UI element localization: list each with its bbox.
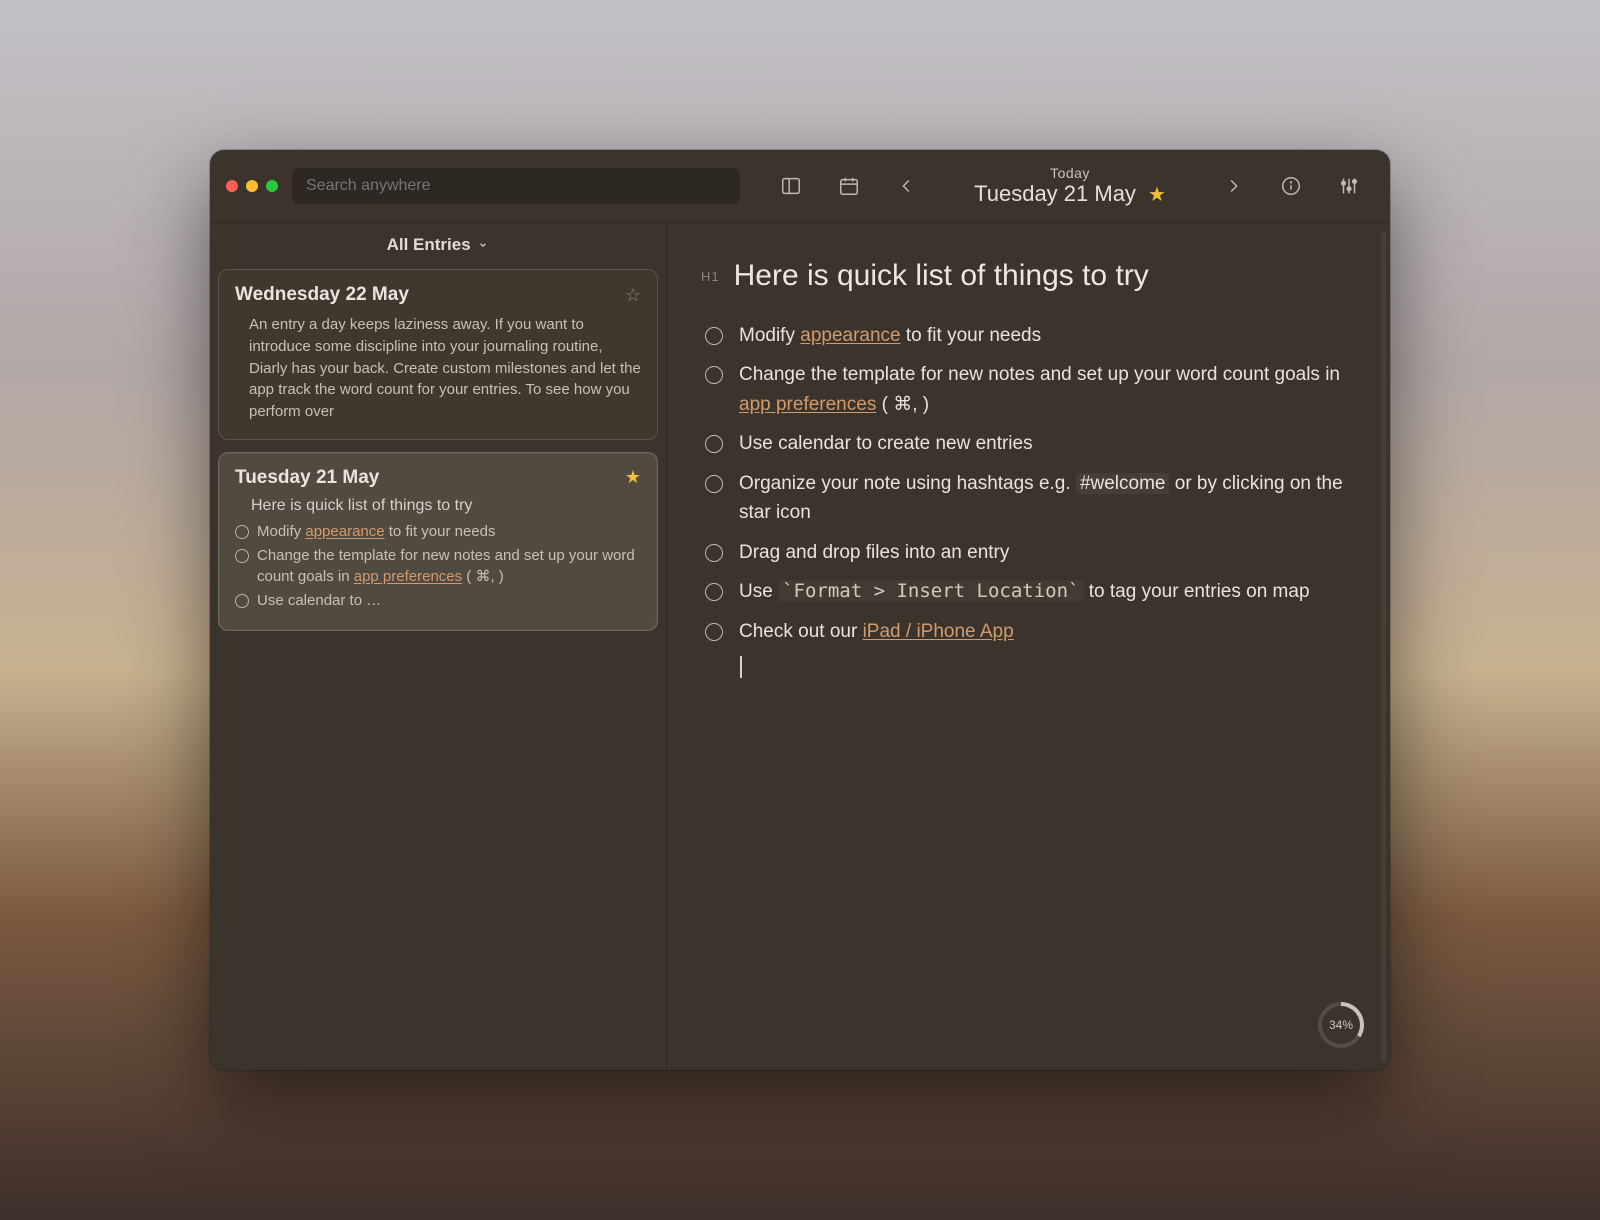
checkbox-icon <box>235 549 249 563</box>
checkbox-icon[interactable] <box>705 623 723 641</box>
editor[interactable]: H1 Here is quick list of things to try M… <box>667 223 1390 1070</box>
window-controls <box>226 180 278 192</box>
date-text: Tuesday 21 May <box>974 181 1136 207</box>
entry-preview: An entry a day keeps laziness away. If y… <box>249 314 641 423</box>
search-input[interactable] <box>292 168 740 204</box>
sliders-icon <box>1338 175 1360 197</box>
entries-filter[interactable]: All Entries <box>218 235 658 255</box>
calendar-button[interactable] <box>834 171 864 201</box>
date-display: Today Tuesday 21 May ★ <box>950 165 1190 207</box>
settings-button[interactable] <box>1334 171 1364 201</box>
checkbox-icon[interactable] <box>705 327 723 345</box>
next-button[interactable] <box>1218 171 1248 201</box>
todo-item[interactable]: Use calendar to create new entries <box>705 429 1350 458</box>
checkbox-icon[interactable] <box>705 583 723 601</box>
entry-list: Wednesday 22 May ☆ An entry a day keeps la… <box>218 269 658 643</box>
checkbox-icon[interactable] <box>705 475 723 493</box>
entry-title: Tuesday 21 May <box>235 467 379 489</box>
star-icon[interactable]: ☆ <box>625 285 641 306</box>
checkbox-icon[interactable] <box>705 435 723 453</box>
star-icon[interactable]: ★ <box>1148 182 1166 207</box>
entry-subtitle: Here is quick list of things to try <box>251 497 641 515</box>
chevron-down-icon <box>477 235 489 255</box>
progress-label: 34% <box>1329 1018 1353 1032</box>
sidebar: All Entries Wednesday 22 May ☆ An entry a … <box>210 223 667 1070</box>
calendar-icon <box>838 175 860 197</box>
sidebar-icon <box>780 175 802 197</box>
text-cursor <box>740 656 742 678</box>
prev-button[interactable] <box>892 171 922 201</box>
entry-subitem: Use calendar to … <box>235 590 641 612</box>
heading[interactable]: Here is quick list of things to try <box>734 259 1149 293</box>
checkbox-icon[interactable] <box>705 366 723 384</box>
todo-item[interactable]: Organize your note using hashtags e.g. #… <box>705 469 1350 528</box>
info-icon <box>1280 175 1302 197</box>
titlebar: Today Tuesday 21 May ★ <box>210 150 1390 223</box>
checkbox-icon[interactable] <box>705 544 723 562</box>
heading-indicator: H1 <box>701 269 720 284</box>
scrollbar[interactable] <box>1381 231 1386 1062</box>
info-button[interactable] <box>1276 171 1306 201</box>
entry-card[interactable]: Wednesday 22 May ☆ An entry a day keeps la… <box>218 269 658 440</box>
toolbar: Today Tuesday 21 May ★ <box>776 165 1364 207</box>
todo-item[interactable]: Modify appearance to fit your needs <box>705 321 1350 350</box>
entry-subitem: Modify appearance to fit your needs <box>235 521 641 543</box>
filter-label: All Entries <box>387 235 471 254</box>
minimize-icon[interactable] <box>246 180 258 192</box>
toggle-sidebar-button[interactable] <box>776 171 806 201</box>
app-window: Today Tuesday 21 May ★ All Entries <box>210 150 1390 1070</box>
chevron-left-icon <box>896 175 918 197</box>
entry-card[interactable]: Tuesday 21 May ★ Here is quick list of thi… <box>218 452 658 631</box>
fullscreen-icon[interactable] <box>266 180 278 192</box>
star-icon[interactable]: ★ <box>625 467 641 488</box>
checkbox-icon <box>235 594 249 608</box>
todo-item[interactable]: Change the template for new notes and se… <box>705 360 1350 419</box>
todo-item[interactable]: Check out our iPad / iPhone App <box>705 617 1350 646</box>
word-progress[interactable]: 34% <box>1318 1002 1364 1048</box>
chevron-right-icon <box>1222 175 1244 197</box>
entry-subitem: Change the template for new notes and se… <box>235 545 641 589</box>
checkbox-icon <box>235 525 249 539</box>
entry-title: Wednesday 22 May <box>235 284 409 306</box>
todo-item[interactable]: Use `Format > Insert Location` to tag yo… <box>705 577 1350 606</box>
close-icon[interactable] <box>226 180 238 192</box>
today-label: Today <box>950 165 1190 181</box>
todo-item[interactable]: Drag and drop files into an entry <box>705 538 1350 567</box>
todo-list: Modify appearance to fit your needs Chang… <box>701 321 1350 679</box>
